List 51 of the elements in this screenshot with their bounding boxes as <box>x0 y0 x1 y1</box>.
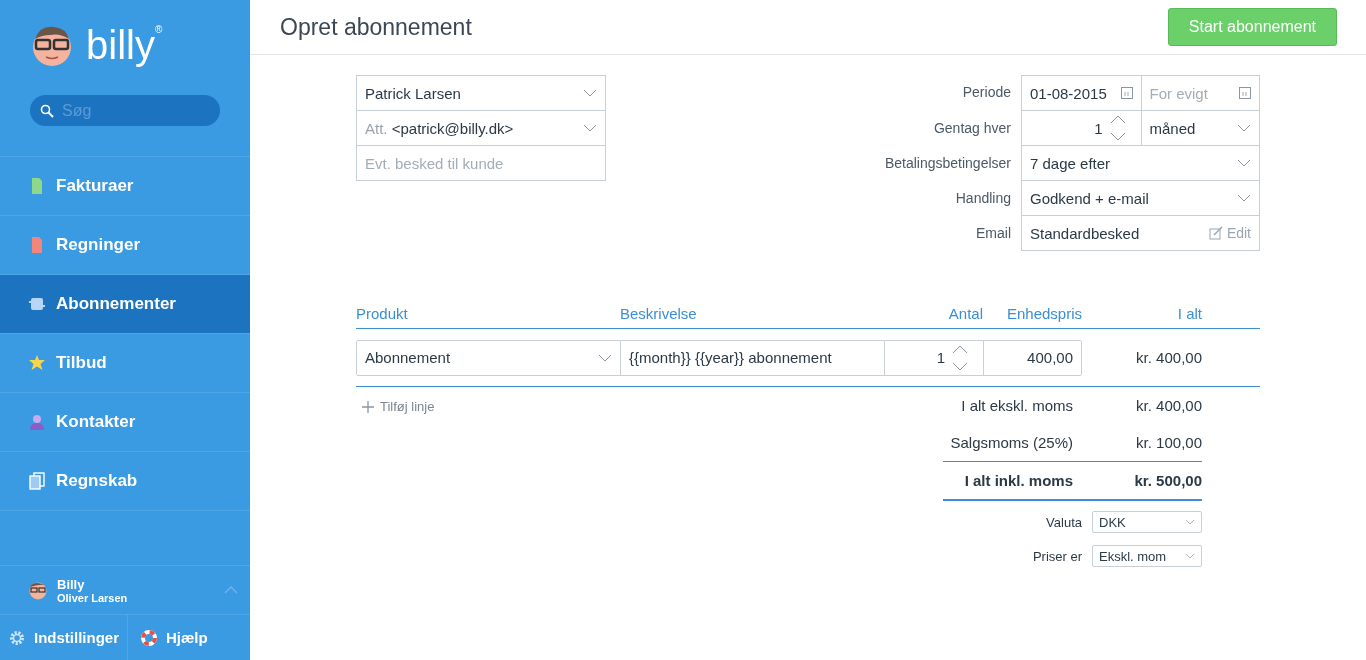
total-value: kr. 100,00 <box>1136 434 1202 451</box>
column-header: I alt <box>1176 305 1202 322</box>
copies-icon <box>28 472 46 490</box>
column-header: Beskrivelse <box>620 305 698 322</box>
chevron-down-icon <box>583 124 597 132</box>
add-line-link[interactable]: Tilføj linje <box>362 399 435 414</box>
email-template-field: Standardbesked Edit <box>1021 216 1260 251</box>
organization-name: Billy <box>57 576 86 592</box>
total-label: I alt inkl. moms <box>963 472 1073 489</box>
search-field[interactable]: Søg <box>30 95 220 126</box>
search-icon <box>40 104 54 118</box>
field-label: Gentag hver <box>932 119 1011 138</box>
option-label: Valuta <box>1046 514 1082 530</box>
field-label: Periode <box>961 83 1011 102</box>
option-label: Priser er <box>1032 548 1082 564</box>
message-field[interactable]: Evt. besked til kunde <box>356 145 606 181</box>
option-select[interactable]: DKK <box>1092 511 1202 533</box>
chevron-down-icon <box>1185 519 1195 525</box>
column-header: Antal <box>947 305 983 322</box>
edit-icon <box>1208 226 1223 240</box>
total-value: kr. 400,00 <box>1136 397 1202 414</box>
total-label: Salgsmoms (25%) <box>949 434 1073 451</box>
contact-select[interactable]: Patrick Larsen <box>356 75 606 111</box>
recurring-document-icon <box>28 295 46 313</box>
total-label: I alt ekskl. moms <box>960 397 1073 414</box>
star-icon <box>28 354 46 372</box>
line-total: kr. 400,00 <box>1135 349 1202 366</box>
field-label: Handling <box>954 189 1011 208</box>
settings-icon <box>8 628 26 647</box>
chevron-down-icon <box>583 89 597 97</box>
action-select[interactable]: Godkend + e-mail <box>1021 181 1260 216</box>
registered-mark: ® <box>154 24 163 35</box>
plus-icon <box>362 400 374 413</box>
field-label: Betalingsbetingelser <box>884 154 1011 173</box>
total-value: kr. 500,00 <box>1134 472 1202 489</box>
payment-terms-select[interactable]: 7 dage efter <box>1021 146 1260 181</box>
option-select[interactable]: Ekskl. mom <box>1092 545 1202 567</box>
attention-select[interactable]: Att. <patrick@billy.dk> <box>356 110 606 146</box>
chevron-down-icon <box>1237 159 1251 167</box>
user-name: Oliver Larsen <box>57 591 128 604</box>
column-header: Produkt <box>356 305 409 322</box>
chevron-down-icon <box>1185 553 1195 559</box>
nav-item[interactable]: Abonnementer <box>0 275 250 334</box>
logo-text: billy <box>86 23 155 67</box>
person-icon <box>28 413 46 431</box>
avatar-icon <box>28 580 48 600</box>
page-title: Opret abonnement <box>280 13 472 41</box>
chevron-down-icon <box>1237 194 1251 202</box>
lifebuoy-icon <box>140 628 158 647</box>
field-label: Email <box>975 224 1011 243</box>
column-header: Enhedspris <box>1005 305 1082 322</box>
